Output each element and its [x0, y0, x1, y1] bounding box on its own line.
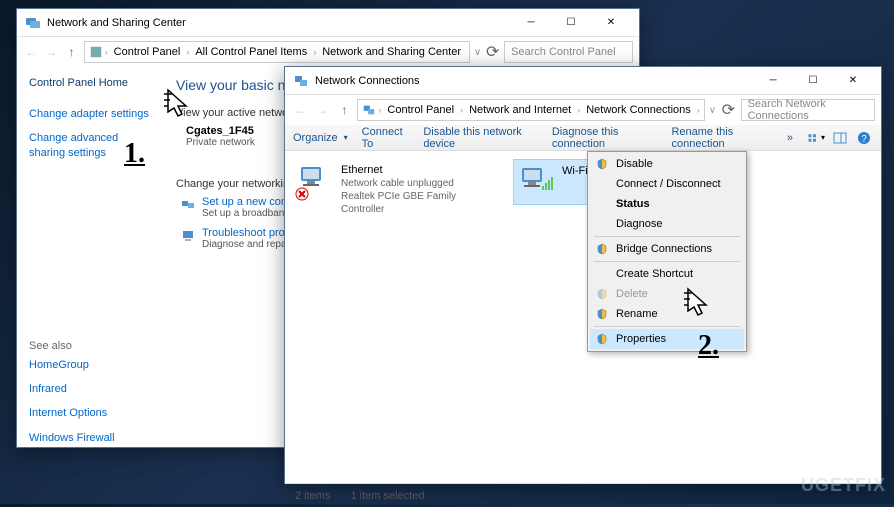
ctx-rename[interactable]: Rename	[590, 304, 744, 324]
ctx-disable[interactable]: Disable	[590, 154, 744, 174]
close-button[interactable]: ✕	[833, 68, 873, 94]
sidebar-home[interactable]: Control Panel Home	[29, 77, 150, 89]
shield-icon	[596, 158, 608, 170]
context-menu: Disable Connect / Disconnect Status Diag…	[587, 151, 747, 352]
toolbar-rename[interactable]: Rename this connection	[671, 126, 772, 150]
refresh-button[interactable]: ⟳	[485, 41, 500, 63]
ctx-bridge[interactable]: Bridge Connections	[590, 239, 744, 259]
network-icon	[25, 15, 41, 31]
forward-button[interactable]: →	[313, 99, 331, 121]
toolbar-more[interactable]: »	[787, 132, 793, 144]
status-items: 2 items	[295, 490, 330, 502]
toolbar-diagnose[interactable]: Diagnose this connection	[552, 126, 658, 150]
up-button[interactable]: ↑	[63, 41, 79, 63]
titlebar: Network Connections ─ ☐ ✕	[285, 67, 881, 95]
connection-icon	[180, 197, 196, 213]
watermark: UGETFIX	[801, 475, 886, 496]
see-also-firewall[interactable]: Windows Firewall	[29, 431, 150, 445]
search-input[interactable]: Search Control Panel	[504, 41, 633, 63]
toolbar-connect[interactable]: Connect To	[362, 126, 410, 150]
toolbar-organize[interactable]: Organize	[293, 132, 348, 144]
connection-device: Realtek PCIe GBE Family Controller	[341, 190, 489, 216]
breadcrumb-item[interactable]: Network and Sharing Center	[318, 46, 465, 58]
ctx-connect[interactable]: Connect / Disconnect	[590, 174, 744, 194]
view-options-icon[interactable]: ▾	[807, 129, 825, 147]
unplugged-icon	[295, 187, 309, 201]
breadcrumb-item[interactable]: Network Connections	[582, 104, 695, 116]
troubleshoot-icon	[180, 228, 196, 244]
window-controls: ─ ☐ ✕	[511, 10, 631, 36]
ctx-separator	[594, 236, 740, 237]
window-network-connections: Network Connections ─ ☐ ✕ ← → ↑ › Contro…	[284, 66, 882, 484]
ethernet-icon	[297, 163, 333, 199]
toolbar: Organize Connect To Disable this network…	[285, 125, 881, 151]
breadcrumb-item[interactable]: Control Panel	[110, 46, 185, 58]
shield-icon	[596, 333, 608, 345]
shield-icon	[596, 243, 608, 255]
svg-text:?: ?	[861, 134, 867, 145]
toolbar-disable[interactable]: Disable this network device	[423, 126, 538, 150]
connection-name: Wi-Fi	[562, 164, 588, 178]
see-also-infrared[interactable]: Infrared	[29, 382, 150, 396]
connection-name: Ethernet	[341, 163, 489, 177]
shield-icon	[596, 308, 608, 320]
connection-ethernet[interactable]: Ethernet Network cable unplugged Realtek…	[293, 159, 493, 220]
refresh-button[interactable]: ⟳	[720, 99, 737, 121]
back-button[interactable]: ←	[23, 41, 39, 63]
ctx-diagnose[interactable]: Diagnose	[590, 214, 744, 234]
search-input[interactable]: Search Network Connections	[741, 99, 875, 121]
ctx-separator	[594, 261, 740, 262]
status-selected: 1 item selected	[350, 490, 424, 502]
titlebar: Network and Sharing Center ─ ☐ ✕	[17, 9, 639, 37]
breadcrumb[interactable]: › Control Panel › Network and Internet ›…	[357, 99, 704, 121]
window-controls: ─ ☐ ✕	[753, 68, 873, 94]
wifi-icon	[518, 164, 554, 200]
maximize-button[interactable]: ☐	[551, 10, 591, 36]
nav-bar: ← → ↑ › Control Panel › All Control Pane…	[17, 37, 639, 67]
ctx-properties[interactable]: Properties	[590, 329, 744, 349]
help-icon[interactable]: ?	[855, 129, 873, 147]
sidebar: Control Panel Home Change adapter settin…	[17, 67, 162, 447]
close-button[interactable]: ✕	[591, 10, 631, 36]
breadcrumb-item[interactable]: Network and Internet	[465, 104, 575, 116]
ctx-status[interactable]: Status	[590, 194, 744, 214]
step-label-2: 2.	[698, 330, 719, 362]
up-button[interactable]: ↑	[335, 99, 353, 121]
control-panel-icon	[89, 45, 103, 59]
preview-pane-icon[interactable]	[831, 129, 849, 147]
nav-bar: ← → ↑ › Control Panel › Network and Inte…	[285, 95, 881, 125]
ctx-delete: Delete	[590, 284, 744, 304]
breadcrumb[interactable]: › Control Panel › All Control Panel Item…	[84, 41, 470, 63]
ctx-shortcut[interactable]: Create Shortcut	[590, 264, 744, 284]
see-also-internet[interactable]: Internet Options	[29, 406, 150, 420]
connections-body: Ethernet Network cable unplugged Realtek…	[285, 151, 881, 483]
breadcrumb-item[interactable]: Control Panel	[383, 104, 458, 116]
breadcrumb-item[interactable]: All Control Panel Items	[191, 46, 311, 58]
see-also-label: See also	[29, 340, 150, 352]
step-label-1: 1.	[124, 138, 145, 170]
see-also-homegroup[interactable]: HomeGroup	[29, 358, 150, 372]
forward-button[interactable]: →	[43, 41, 59, 63]
minimize-button[interactable]: ─	[753, 68, 793, 94]
minimize-button[interactable]: ─	[511, 10, 551, 36]
maximize-button[interactable]: ☐	[793, 68, 833, 94]
statusbar: 2 items 1 item selected	[285, 483, 881, 507]
connections-icon	[293, 73, 309, 89]
window-title: Network Connections	[315, 75, 753, 87]
sidebar-link-adapter[interactable]: Change adapter settings	[29, 107, 150, 121]
ctx-separator	[594, 326, 740, 327]
shield-icon	[596, 288, 608, 300]
connection-status: Network cable unplugged	[341, 177, 489, 190]
window-title: Network and Sharing Center	[47, 17, 511, 29]
connections-icon	[362, 103, 376, 117]
back-button[interactable]: ←	[291, 99, 309, 121]
